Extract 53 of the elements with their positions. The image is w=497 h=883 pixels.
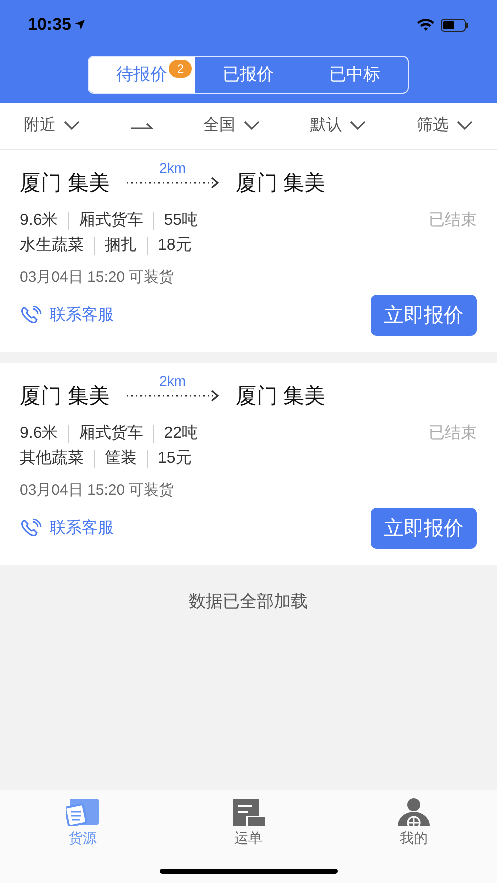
location-arrow-icon xyxy=(74,19,86,31)
chevron-down-icon xyxy=(457,121,473,131)
origin-city: 厦门 集美 xyxy=(20,171,110,197)
filter-dropdown[interactable]: 全国 xyxy=(204,114,260,138)
quote-button[interactable]: 立即报价 xyxy=(371,508,477,549)
bottom-nav-item[interactable]: 货源 xyxy=(50,798,116,849)
destination-city: 厦门 集美 xyxy=(236,171,326,197)
cargo-spec: 其他蔬菜 xyxy=(20,448,84,468)
driver-icon xyxy=(397,798,431,826)
cargo-spec: 筐装 xyxy=(105,448,137,468)
contact-service-link[interactable]: 联系客服 xyxy=(20,516,114,540)
end-message: 数据已全部加载 xyxy=(188,591,309,613)
vehicle-spec: 55吨 xyxy=(164,210,198,230)
contact-service-link[interactable]: 联系客服 xyxy=(20,304,114,328)
segment-tab[interactable]: 已中标 xyxy=(302,57,408,93)
vehicle-spec: 9.6米 xyxy=(20,424,58,444)
phone-icon xyxy=(20,518,42,538)
load-time: 03月04日 15:20 可装货 xyxy=(20,480,176,500)
chevron-down-icon xyxy=(64,121,80,131)
battery-icon xyxy=(441,18,469,32)
count-badge: 2 xyxy=(169,60,192,78)
phone-icon xyxy=(20,306,42,326)
dotted-arrow-icon xyxy=(126,388,220,403)
filter-dropdown[interactable]: 附近 xyxy=(24,114,80,138)
bottom-nav-item[interactable]: 我的 xyxy=(381,798,447,849)
status-time: 10:35 xyxy=(28,14,72,36)
distance-label: 2km xyxy=(160,160,186,176)
status-label: 已结束 xyxy=(429,210,477,230)
bottom-nav-item[interactable]: 运单 xyxy=(216,798,282,849)
segment-tab[interactable]: 待报价 2 xyxy=(89,57,196,93)
clipboard-box-icon xyxy=(66,798,100,826)
waybill-truck-icon xyxy=(232,798,266,826)
dotted-arrow-icon xyxy=(126,176,220,190)
filter-dropdown[interactable]: 筛选 xyxy=(417,114,473,138)
vehicle-spec: 厢式货车 xyxy=(79,424,144,444)
destination-city: 厦门 集美 xyxy=(236,384,326,410)
segment-tab[interactable]: 已报价 xyxy=(195,57,302,93)
cargo-spec: 18元 xyxy=(158,236,192,256)
quote-button[interactable]: 立即报价 xyxy=(371,295,477,336)
origin-city: 厦门 集美 xyxy=(20,384,110,410)
filter-dropdown[interactable]: 默认 xyxy=(310,114,366,138)
vehicle-spec: 9.6米 xyxy=(20,210,58,230)
chevron-down-icon xyxy=(350,121,366,131)
load-time: 03月04日 15:20 可装货 xyxy=(20,268,176,288)
vehicle-spec: 厢式货车 xyxy=(79,210,144,230)
cargo-spec: 15元 xyxy=(158,448,192,468)
status-label: 已结束 xyxy=(429,424,477,444)
vehicle-spec: 22吨 xyxy=(164,424,198,444)
cargo-spec: 捆扎 xyxy=(105,236,137,256)
wifi-icon xyxy=(417,18,435,32)
cargo-spec: 水生蔬菜 xyxy=(20,236,84,256)
distance-label: 2km xyxy=(160,372,186,389)
chevron-down-icon xyxy=(244,121,260,131)
